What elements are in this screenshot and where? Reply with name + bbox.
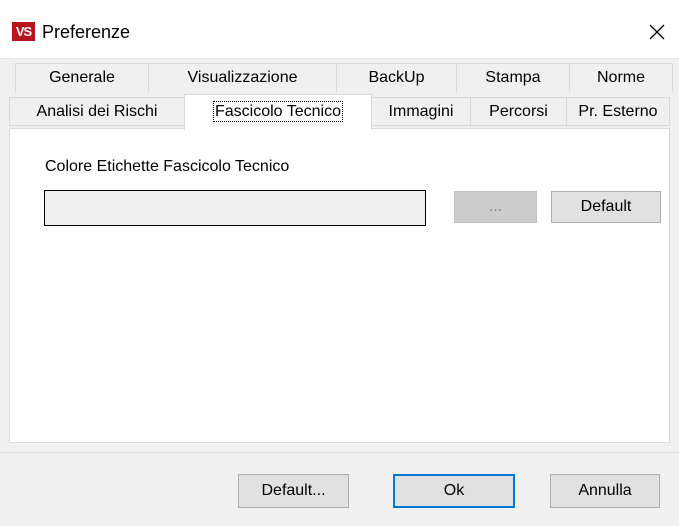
tab-analisi-dei-rischi[interactable]: Analisi dei Rischi	[9, 97, 185, 126]
color-label: Colore Etichette Fascicolo Tecnico	[45, 158, 290, 175]
tab-label: Generale	[49, 69, 115, 86]
browse-color-button[interactable]: ...	[454, 191, 537, 223]
color-preview	[44, 190, 426, 226]
tab-label: Immagini	[388, 103, 454, 120]
tab-fascicolo-tecnico[interactable]: Fascicolo Tecnico	[184, 94, 372, 130]
tab-pr-esterno[interactable]: Pr. Esterno	[566, 97, 670, 126]
tab-norme[interactable]: Norme	[569, 63, 673, 92]
app-icon: VS	[12, 22, 35, 41]
tab-backup[interactable]: BackUp	[336, 63, 457, 92]
close-button[interactable]	[640, 14, 674, 48]
tab-label: Stampa	[485, 69, 541, 86]
ok-button[interactable]: Ok	[393, 474, 515, 508]
tab-immagini[interactable]: Immagini	[371, 97, 471, 126]
tab-label: Visualizzazione	[187, 69, 298, 86]
cancel-button[interactable]: Annulla	[550, 474, 660, 508]
tab-label: BackUp	[368, 69, 425, 86]
tab-label: Norme	[596, 69, 645, 86]
tab-label: Analisi dei Rischi	[36, 103, 158, 120]
tab-generale[interactable]: Generale	[15, 63, 149, 92]
tab-label: Pr. Esterno	[578, 103, 658, 120]
tab-percorsi[interactable]: Percorsi	[470, 97, 567, 126]
title-bar: VS Preferenze	[0, 0, 679, 59]
default-color-button[interactable]: Default	[551, 191, 661, 223]
default-button[interactable]: Default...	[238, 474, 349, 508]
tab-label: Percorsi	[489, 103, 548, 120]
tab-stampa[interactable]: Stampa	[456, 63, 570, 92]
tab-label: Fascicolo Tecnico	[213, 101, 343, 122]
tab-visualizzazione[interactable]: Visualizzazione	[148, 63, 337, 92]
footer-divider	[0, 452, 679, 453]
window-title: Preferenze	[42, 22, 131, 42]
close-icon	[649, 24, 665, 40]
tab-panel-fascicolo-tecnico: Colore Etichette Fascicolo Tecnico ... D…	[9, 128, 670, 443]
preferences-dialog: VS Preferenze Generale Visualizzazione B…	[0, 0, 679, 526]
